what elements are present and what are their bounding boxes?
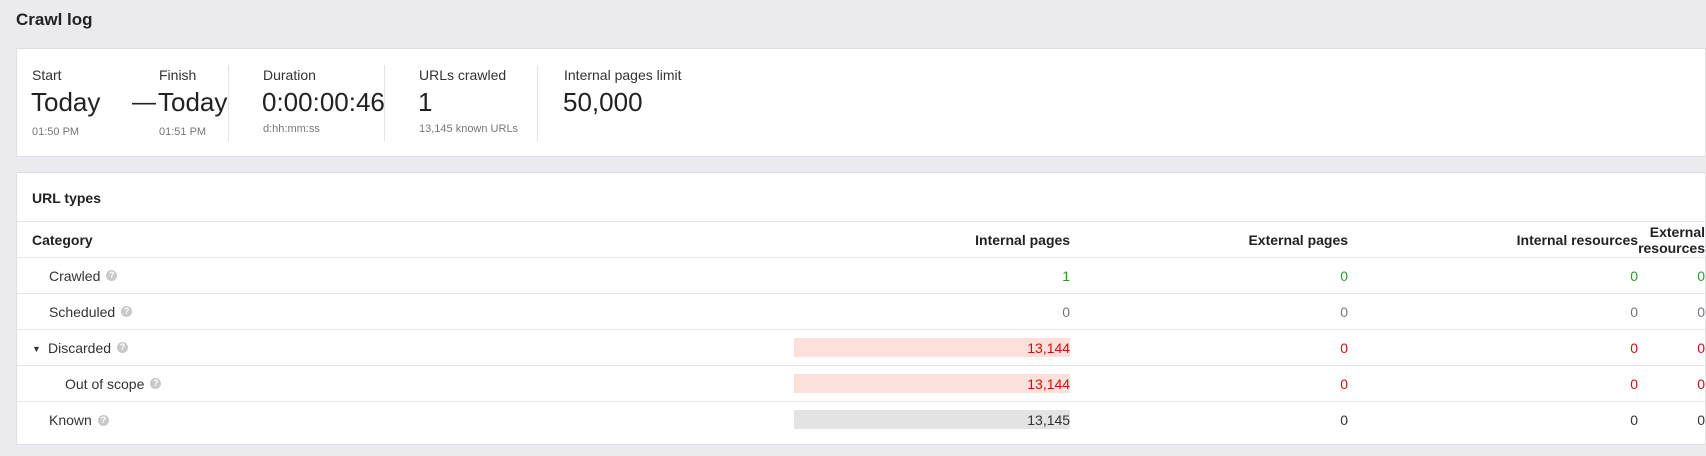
value-text: 0	[1340, 303, 1349, 320]
start-time: 01:50 PM	[32, 126, 80, 138]
value-text: 0	[1697, 267, 1705, 284]
value-text: 13,144	[1027, 339, 1071, 356]
start-value: Today	[31, 87, 101, 117]
value-cell: 0	[1070, 401, 1349, 438]
value-text: 0	[1630, 339, 1639, 356]
value-cell[interactable]: 0	[1070, 257, 1349, 294]
table-row-crawled: Crawled? 1 0 0 0	[17, 257, 1705, 294]
value-cell: 0	[794, 293, 1071, 330]
page-title: Crawl log	[16, 10, 93, 29]
value-text: 1	[1062, 267, 1071, 284]
category-cell: Out of scope?	[17, 365, 795, 402]
table-row-scheduled: Scheduled? 0 0 0 0	[17, 293, 1705, 330]
category-label: Known	[49, 411, 92, 428]
divider	[537, 65, 538, 141]
value-cell[interactable]: 13,144	[794, 365, 1071, 402]
value-text: 0	[1630, 303, 1639, 320]
column-header-internal-resources[interactable]: Internal resources	[1348, 221, 1639, 258]
pages-limit-label: Internal pages limit	[564, 67, 682, 83]
help-icon[interactable]: ?	[150, 378, 162, 390]
value-cell: 0	[1348, 365, 1639, 402]
urls-crawled-value: 1	[418, 87, 433, 117]
value-cell[interactable]: 1	[794, 257, 1071, 294]
category-label: Crawled	[49, 267, 101, 284]
value-text: 0	[1697, 375, 1705, 392]
column-header-external-pages[interactable]: External pages	[1070, 221, 1349, 258]
table-row-out-of-scope: Out of scope? 13,144 0 0 0	[17, 365, 1705, 402]
finish-label: Finish	[159, 67, 197, 83]
value-cell: 0	[1638, 401, 1705, 438]
value-text: 13,144	[1027, 375, 1071, 392]
section-title: URL types	[32, 190, 101, 206]
help-icon[interactable]: ?	[121, 306, 133, 318]
category-cell: ▼ Discarded?	[17, 329, 795, 366]
url-types-card: URL types Category Internal pages Extern…	[16, 172, 1706, 445]
start-label: Start	[32, 67, 62, 83]
category-cell: Crawled?	[17, 257, 795, 294]
value-text: 0	[1630, 411, 1639, 428]
category-label: Discarded	[48, 339, 112, 356]
value-cell: 0	[1070, 329, 1349, 366]
category-cell: Known?	[17, 401, 795, 438]
duration-format: d:hh:mm:ss	[263, 123, 320, 135]
table-row-known: Known? 13,145 0 0 0	[17, 401, 1705, 438]
value-cell[interactable]: 13,144	[794, 329, 1071, 366]
value-text: 0	[1340, 411, 1349, 428]
value-text: 0	[1340, 339, 1349, 356]
urls-crawled-label: URLs crawled	[419, 67, 507, 83]
value-cell: 0	[1070, 293, 1349, 330]
divider	[228, 65, 229, 141]
value-cell[interactable]: 0	[1638, 257, 1705, 294]
value-cell: 0	[1638, 293, 1705, 330]
duration-value: 0:00:00:46	[262, 87, 385, 117]
value-cell: 0	[1638, 329, 1705, 366]
value-text: 0	[1340, 267, 1349, 284]
column-header-external-resources-label: External resources	[1638, 223, 1705, 256]
value-cell: 0	[1070, 365, 1349, 402]
range-dash: —	[132, 89, 156, 116]
divider	[384, 65, 385, 141]
known-urls-count: 13,145 known URLs	[419, 123, 519, 135]
value-cell[interactable]: 13,145	[794, 401, 1071, 438]
finish-time: 01:51 PM	[159, 126, 207, 138]
value-cell: 0	[1348, 329, 1639, 366]
column-header-external-resources[interactable]: External resources	[1638, 221, 1705, 258]
value-text: 0	[1630, 267, 1639, 284]
value-text: 13,145	[1027, 411, 1071, 428]
category-cell: Scheduled?	[17, 293, 795, 330]
column-header-internal-pages[interactable]: Internal pages	[794, 221, 1071, 258]
value-cell: 0	[1348, 401, 1639, 438]
chevron-down-icon[interactable]: ▼	[32, 344, 48, 354]
category-label: Scheduled	[49, 303, 116, 320]
value-cell: 0	[1348, 293, 1639, 330]
value-text: 0	[1340, 375, 1349, 392]
help-icon[interactable]: ?	[117, 342, 129, 354]
table-header-row: Category Internal pages External pages I…	[17, 221, 1705, 258]
value-text: 0	[1697, 339, 1705, 356]
duration-label: Duration	[263, 67, 316, 83]
help-icon[interactable]: ?	[106, 270, 118, 282]
value-text: 0	[1697, 303, 1705, 320]
value-text: 0	[1630, 375, 1639, 392]
help-icon[interactable]: ?	[97, 414, 109, 426]
url-types-table: Category Internal pages External pages I…	[17, 221, 1705, 438]
pages-limit-value: 50,000	[563, 87, 643, 117]
value-text: 0	[1062, 303, 1071, 320]
value-cell[interactable]: 0	[1348, 257, 1639, 294]
column-header-category[interactable]: Category	[17, 221, 795, 258]
crawl-summary-card: Start Today 01:50 PM — Finish Today 01:5…	[16, 48, 1706, 157]
category-label: Out of scope	[65, 375, 145, 392]
value-cell: 0	[1638, 365, 1705, 402]
table-row-discarded: ▼ Discarded? 13,144 0 0 0	[17, 329, 1705, 366]
finish-value: Today	[158, 87, 228, 117]
value-text: 0	[1697, 411, 1705, 428]
